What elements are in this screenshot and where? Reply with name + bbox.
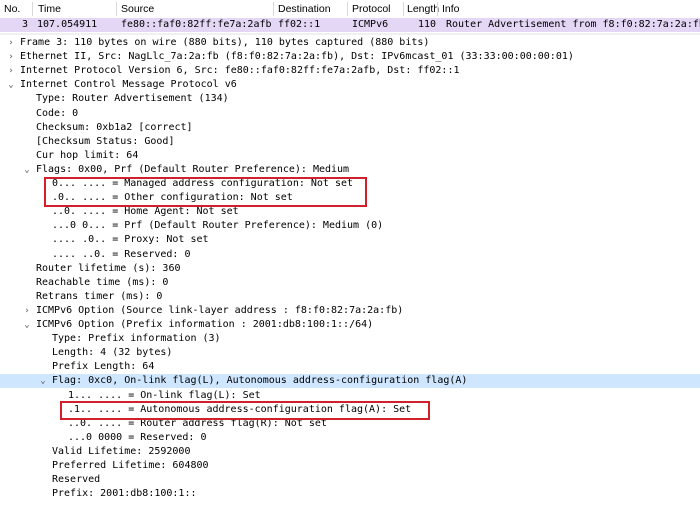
- pane-divider[interactable]: [0, 33, 700, 35]
- tree-row-label: Type: Prefix information (3): [52, 333, 221, 345]
- tree-row-label: Type: Router Advertisement (134): [36, 93, 229, 105]
- expand-arrow-icon[interactable]: ›: [6, 64, 16, 78]
- col-header-length[interactable]: Length: [407, 3, 439, 15]
- expand-arrow-icon[interactable]: ›: [6, 36, 16, 50]
- tree-row-label: Reserved: [52, 474, 101, 486]
- tree-row[interactable]: [Checksum Status: Good]: [0, 135, 700, 149]
- packet-list-header: No. Time Source Destination Protocol Len…: [0, 0, 700, 19]
- tree-row-label: Frame 3: 110 bytes on wire (880 bits), 1…: [20, 37, 430, 48]
- highlight-box-autonomous-flag: [60, 401, 430, 420]
- packet-protocol: ICMPv6: [352, 19, 389, 30]
- tree-row-label: ..0. .... = Home Agent: Not set: [52, 206, 239, 218]
- tree-row[interactable]: ⌄ Internet Control Message Protocol v6: [0, 78, 700, 92]
- tree-row[interactable]: Reserved: [0, 473, 700, 487]
- tree-row[interactable]: Type: Prefix information (3): [0, 332, 700, 346]
- packet-source: fe80::faf0:82ff:fe7a:2afb: [121, 19, 272, 30]
- tree-row[interactable]: › Frame 3: 110 bytes on wire (880 bits), …: [0, 36, 700, 50]
- packet-no: 3: [22, 19, 29, 30]
- col-header-destination[interactable]: Destination: [278, 3, 331, 15]
- col-header-source[interactable]: Source: [121, 3, 154, 15]
- highlight-box-flags: [44, 177, 367, 207]
- tree-row-label: Length: 4 (32 bytes): [52, 347, 173, 359]
- tree-row[interactable]: ⌄ ICMPv6 Option (Prefix information : 200…: [0, 318, 700, 332]
- tree-row[interactable]: Cur hop limit: 64: [0, 149, 700, 163]
- tree-row[interactable]: ⌄ Flags: 0x00, Prf (Default Router Prefer…: [0, 163, 700, 177]
- tree-row[interactable]: Retrans timer (ms): 0: [0, 290, 700, 304]
- tree-row[interactable]: .... .0.. = Proxy: Not set: [0, 233, 700, 247]
- tree-row-label: ...0 0... = Prf (Default Router Preferen…: [52, 220, 384, 232]
- tree-row[interactable]: › ICMPv6 Option (Source link-layer addres…: [0, 304, 700, 318]
- tree-row[interactable]: ..0. .... = Home Agent: Not set: [0, 205, 700, 219]
- tree-row-label: .... .0.. = Proxy: Not set: [52, 234, 209, 246]
- tree-row-label: Prefix Length: 64: [52, 361, 155, 373]
- tree-row-label: Checksum: 0xb1a2 [correct]: [36, 121, 193, 133]
- expand-arrow-icon[interactable]: ›: [22, 304, 32, 318]
- tree-row-label: Internet Protocol Version 6, Src: fe80::…: [20, 65, 460, 77]
- col-header-time[interactable]: Time: [38, 3, 61, 15]
- tree-row-label: Preferred Lifetime: 604800: [52, 460, 209, 471]
- col-header-no[interactable]: No.: [4, 3, 20, 15]
- tree-row[interactable]: Reachable time (ms): 0: [0, 276, 700, 290]
- tree-row[interactable]: › Ethernet II, Src: NagLlc_7a:2a:fb (f8:f…: [0, 50, 700, 64]
- collapse-arrow-icon[interactable]: ⌄: [38, 374, 48, 388]
- tree-row-label: ICMPv6 Option (Prefix information : 2001…: [36, 319, 374, 330]
- tree-row-label: Ethernet II, Src: NagLlc_7a:2a:fb (f8:f0…: [20, 51, 574, 63]
- tree-row[interactable]: Type: Router Advertisement (134): [0, 92, 700, 106]
- collapse-arrow-icon[interactable]: ⌄: [22, 163, 32, 177]
- tree-row[interactable]: Checksum: 0xb1a2 [correct]: [0, 121, 700, 135]
- col-header-protocol[interactable]: Protocol: [352, 3, 391, 15]
- tree-row[interactable]: Length: 4 (32 bytes): [0, 346, 700, 360]
- collapse-arrow-icon[interactable]: ⌄: [22, 318, 32, 332]
- packet-destination: ff02::1: [278, 19, 321, 30]
- tree-row-label: Retrans timer (ms): 0: [36, 290, 163, 302]
- tree-row[interactable]: ...0 0000 = Reserved: 0: [0, 431, 700, 445]
- tree-row-label: ...0 0000 = Reserved: 0: [68, 431, 207, 443]
- tree-row-label: ICMPv6 Option (Source link-layer address…: [36, 304, 404, 316]
- tree-row-label: Code: 0: [36, 107, 79, 119]
- tree-row-label: Flag: 0xc0, On-link flag(L), Autonomous …: [52, 375, 468, 387]
- tree-row[interactable]: ⌄ Flag: 0xc0, On-link flag(L), Autonomous…: [0, 374, 700, 389]
- tree-row[interactable]: Prefix: 2001:db8:100:1::: [0, 487, 700, 501]
- tree-row[interactable]: Prefix Length: 64: [0, 360, 700, 374]
- packet-info: Router Advertisement from f8:f0:82:7a:2a…: [446, 19, 700, 30]
- tree-row[interactable]: Preferred Lifetime: 604800: [0, 459, 700, 473]
- collapse-arrow-icon[interactable]: ⌄: [6, 78, 16, 92]
- tree-row[interactable]: Router lifetime (s): 360: [0, 262, 700, 276]
- tree-row-label: Reachable time (ms): 0: [36, 276, 169, 288]
- packet-time: 107.054911: [37, 19, 98, 30]
- packet-length: 110: [418, 19, 437, 30]
- tree-row-label: Router lifetime (s): 360: [36, 262, 181, 274]
- packet-row-selected[interactable]: 3 107.054911 fe80::faf0:82ff:fe7a:2afb f…: [0, 18, 700, 32]
- col-header-info[interactable]: Info: [442, 3, 460, 15]
- tree-row-label: Flags: 0x00, Prf (Default Router Prefere…: [36, 163, 350, 175]
- tree-row-label: Internet Control Message Protocol v6: [20, 79, 237, 91]
- tree-row-label: [Checksum Status: Good]: [36, 135, 175, 147]
- tree-row-label: Prefix: 2001:db8:100:1::: [52, 488, 197, 500]
- tree-row-label: .... ..0. = Reserved: 0: [52, 248, 191, 260]
- tree-row[interactable]: .... ..0. = Reserved: 0: [0, 248, 700, 262]
- tree-row-label: Cur hop limit: 64: [36, 149, 139, 161]
- tree-row[interactable]: Valid Lifetime: 2592000: [0, 445, 700, 459]
- expand-arrow-icon[interactable]: ›: [6, 50, 16, 64]
- tree-row-label: Valid Lifetime: 2592000: [52, 445, 191, 457]
- tree-row[interactable]: Code: 0: [0, 107, 700, 121]
- tree-row[interactable]: › Internet Protocol Version 6, Src: fe80:…: [0, 64, 700, 78]
- tree-row[interactable]: ...0 0... = Prf (Default Router Preferen…: [0, 219, 700, 233]
